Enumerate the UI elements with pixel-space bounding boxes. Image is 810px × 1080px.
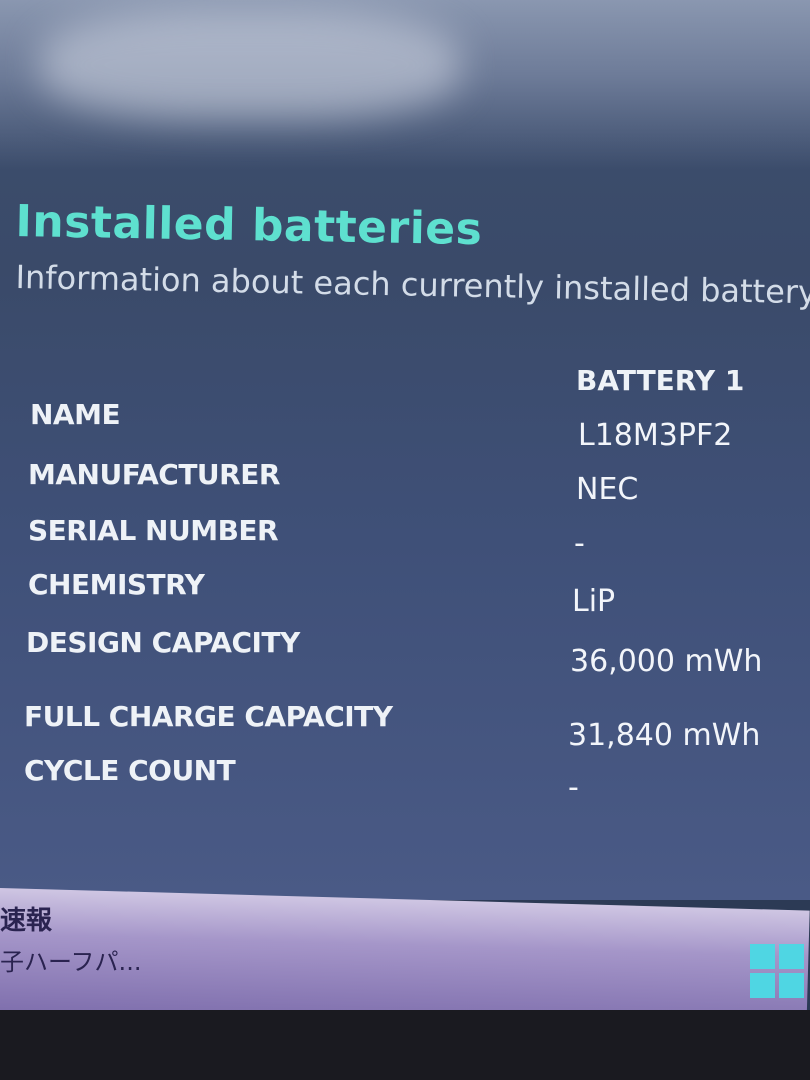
glare-spot <box>40 10 460 120</box>
row-label-design-capacity: DESIGN CAPACITY <box>26 626 300 659</box>
windows-start-icon[interactable] <box>750 944 804 998</box>
start-icon-tile <box>750 944 775 969</box>
row-label-full-charge-capacity: FULL CHARGE CAPACITY <box>24 700 393 733</box>
news-widget-title[interactable]: 速報 <box>0 900 52 937</box>
row-value-cycle-count: - <box>568 770 579 805</box>
news-widget-headline[interactable]: 子ハーフパ... <box>0 942 141 977</box>
page-subtitle: Information about each currently install… <box>15 258 810 312</box>
row-label-name: NAME <box>30 398 121 431</box>
row-label-cycle-count: CYCLE COUNT <box>24 754 236 787</box>
row-label-manufacturer: MANUFACTURER <box>28 458 280 491</box>
row-value-name: L18M3PF2 <box>578 418 733 453</box>
row-value-design-capacity: 36,000 mWh <box>570 644 763 679</box>
start-icon-tile <box>750 973 775 998</box>
row-label-serial-number: SERIAL NUMBER <box>28 514 279 547</box>
monitor-bezel <box>0 1010 810 1080</box>
report-screen: Installed batteries Information about ea… <box>0 0 810 900</box>
row-value-manufacturer: NEC <box>576 472 639 507</box>
page-title: Installed batteries <box>15 196 483 256</box>
row-label-chemistry: CHEMISTRY <box>28 568 205 601</box>
start-icon-tile <box>779 973 804 998</box>
battery-column-header: BATTERY 1 <box>576 364 745 397</box>
row-value-full-charge-capacity: 31,840 mWh <box>568 718 761 753</box>
start-icon-tile <box>779 944 804 969</box>
row-value-serial-number: - <box>574 526 585 561</box>
row-value-chemistry: LiP <box>572 584 616 619</box>
